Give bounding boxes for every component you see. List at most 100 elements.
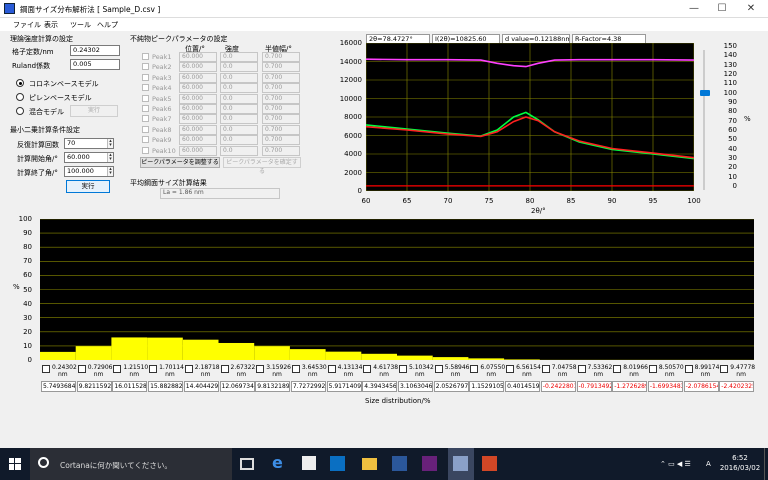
distribution-value-cell[interactable]: 0.40145190 (505, 381, 541, 392)
size-checkbox[interactable] (77, 365, 86, 373)
distribution-value-cell[interactable]: 5.91714096 (326, 381, 362, 392)
distribution-value-cell[interactable]: -1.6993483 (647, 381, 683, 392)
theory-run-button[interactable]: 実行 (70, 105, 118, 117)
system-clock[interactable]: 6:52 2016/03/02 (716, 453, 764, 473)
size-checkbox[interactable] (577, 365, 586, 373)
peak-position-field[interactable]: 60.000 (179, 104, 217, 114)
distribution-value-cell[interactable]: 15.8828820 (148, 381, 184, 392)
size-checkbox[interactable] (363, 365, 372, 373)
peak-intensity-field[interactable]: 0.0 (220, 145, 258, 156)
distribution-value-cell[interactable]: 12.0697345 (219, 381, 255, 392)
size-checkbox[interactable] (613, 365, 622, 373)
iteration-spinner[interactable]: ▴ ▾ (107, 139, 113, 148)
distribution-value-cell[interactable]: -0.2422801 (540, 381, 576, 392)
peak-position-field[interactable]: 60.000 (179, 72, 217, 83)
menu-view[interactable]: 表示 (44, 20, 58, 30)
outlook-icon[interactable] (330, 456, 345, 471)
store-icon[interactable] (302, 456, 316, 470)
peak-intensity-field[interactable]: 0.0 (220, 104, 258, 114)
task-view-icon[interactable] (240, 458, 254, 470)
distribution-value-cell[interactable]: 7.72729920 (290, 381, 326, 392)
show-desktop-button[interactable] (764, 448, 768, 480)
size-checkbox[interactable] (256, 365, 265, 373)
peak-fwhm-field[interactable]: 0.700 (262, 93, 300, 104)
ime-indicator[interactable]: A (706, 460, 711, 468)
peak-checkbox[interactable] (142, 115, 149, 123)
size-checkbox[interactable] (220, 365, 229, 373)
menu-help[interactable]: ヘルプ (97, 20, 118, 30)
peak-fwhm-field[interactable]: 0.700 (262, 124, 300, 135)
close-button[interactable]: ✕ (737, 0, 765, 18)
minimize-button[interactable]: — (680, 0, 708, 18)
start-button[interactable] (0, 448, 30, 480)
file-explorer-icon[interactable] (362, 458, 377, 470)
size-checkbox[interactable] (149, 365, 158, 373)
peak-checkbox[interactable] (142, 125, 149, 133)
distribution-value-cell[interactable]: 9.81321894 (255, 381, 291, 392)
peak-position-field[interactable]: 60.000 (179, 114, 217, 125)
size-checkbox[interactable] (399, 365, 407, 373)
distribution-value-cell[interactable]: 2.05267973 (433, 381, 469, 392)
model-radio-coronene[interactable] (16, 79, 24, 87)
lsq-run-button[interactable]: 実行 (66, 180, 110, 193)
size-checkbox[interactable] (541, 365, 550, 373)
peak-position-field[interactable]: 60.000 (179, 62, 217, 73)
peak-position-field[interactable]: 60.000 (179, 52, 217, 62)
size-checkbox[interactable] (184, 365, 193, 373)
edge-icon[interactable]: e (272, 454, 290, 472)
model-radio-mixed[interactable] (16, 107, 24, 115)
size-checkbox[interactable] (291, 365, 300, 373)
distribution-value-cell[interactable]: 4.39434565 (362, 381, 398, 392)
peak-intensity-field[interactable]: 0.0 (220, 135, 258, 146)
menu-file[interactable]: ファイル (13, 20, 41, 30)
peak-checkbox[interactable] (142, 63, 149, 71)
peak-intensity-field[interactable]: 0.0 (220, 62, 258, 73)
peak-intensity-field[interactable]: 0.0 (220, 124, 258, 135)
size-checkbox[interactable] (470, 365, 479, 373)
distribution-value-cell[interactable]: -2.4202325 (719, 381, 755, 392)
peak-fwhm-field[interactable]: 0.700 (262, 72, 300, 83)
distribution-value-cell[interactable]: 16.0115285 (112, 381, 148, 392)
size-checkbox[interactable] (648, 365, 657, 373)
menu-tools[interactable]: ツール (70, 20, 91, 30)
visual-studio-icon[interactable] (422, 456, 437, 471)
peak-fwhm-field[interactable]: 0.700 (262, 135, 300, 146)
peak-position-field[interactable]: 60.000 (179, 83, 217, 94)
peak-fwhm-field[interactable]: 0.700 (262, 104, 300, 114)
maximize-button[interactable]: ☐ (708, 0, 736, 18)
size-checkbox[interactable] (506, 365, 515, 373)
peak-fwhm-field[interactable]: 0.700 (262, 83, 300, 94)
distribution-value-cell[interactable]: 3.10630465 (398, 381, 433, 392)
distribution-value-cell[interactable]: 9.82115920 (76, 381, 112, 392)
size-checkbox[interactable] (113, 365, 122, 373)
powerpoint-icon[interactable] (482, 456, 497, 471)
peak-intensity-field[interactable]: 0.0 (220, 72, 258, 83)
peak-checkbox[interactable] (142, 73, 149, 81)
end-angle-spinner[interactable]: ▴ ▾ (107, 167, 113, 176)
tray-icons[interactable]: ⌃ ▭ ◀ ☰ (660, 460, 691, 468)
size-checkbox[interactable] (720, 365, 729, 373)
distribution-value-cell[interactable]: -0.7913492 (576, 381, 612, 392)
peak-intensity-field[interactable]: 0.0 (220, 93, 258, 104)
distribution-value-cell[interactable]: 14.4044296 (183, 381, 219, 392)
size-checkbox[interactable] (684, 365, 693, 373)
peak-checkbox[interactable] (142, 84, 149, 92)
scale-slider-thumb[interactable] (700, 89, 710, 96)
confirm-peaks-button[interactable]: ピークパラメータを確定する (223, 157, 301, 175)
peak-position-field[interactable]: 60.000 (179, 145, 217, 156)
model-radio-pyrene[interactable] (16, 93, 24, 101)
peak-intensity-field[interactable]: 0.0 (220, 114, 258, 125)
peak-fwhm-field[interactable]: 0.700 (262, 145, 300, 156)
peak-position-field[interactable]: 60.000 (179, 135, 217, 146)
peak-fwhm-field[interactable]: 0.700 (262, 114, 300, 125)
peak-position-field[interactable]: 60.000 (179, 124, 217, 135)
size-checkbox[interactable] (434, 365, 443, 373)
peak-checkbox[interactable] (142, 53, 149, 60)
peak-checkbox[interactable] (142, 136, 149, 144)
distribution-value-cell[interactable]: -1.2726289 (612, 381, 648, 392)
peak-fwhm-field[interactable]: 0.700 (262, 52, 300, 62)
distribution-value-cell[interactable]: 5.74936845 (41, 381, 76, 392)
analysis-app-icon[interactable] (453, 456, 468, 471)
peak-checkbox[interactable] (142, 94, 149, 102)
distribution-value-cell[interactable]: 1.15291053 (469, 381, 505, 392)
